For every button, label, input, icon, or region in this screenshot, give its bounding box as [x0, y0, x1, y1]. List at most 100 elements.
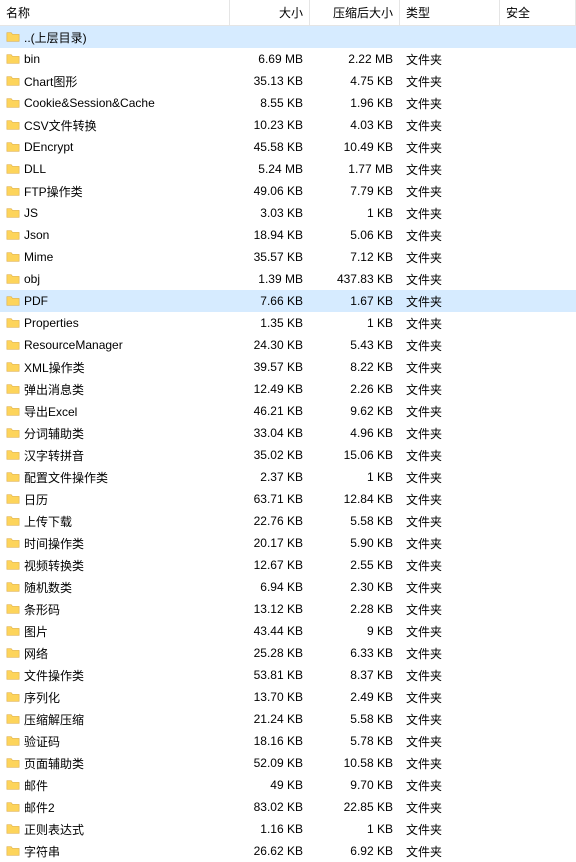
cell-packed: 5.90 KB	[310, 532, 400, 554]
col-header-name[interactable]: 名称	[0, 0, 230, 26]
cell-security	[500, 664, 576, 686]
cell-type: 文件夹	[400, 818, 500, 840]
file-name: 文件操作类	[24, 667, 84, 684]
cell-size: 49 KB	[230, 774, 310, 796]
folder-icon	[6, 756, 20, 770]
cell-type: 文件夹	[400, 620, 500, 642]
cell-packed: 8.37 KB	[310, 664, 400, 686]
cell-type: 文件夹	[400, 224, 500, 246]
col-header-security[interactable]: 安全	[500, 0, 576, 26]
cell-packed: 4.75 KB	[310, 70, 400, 92]
cell-packed: 22.85 KB	[310, 796, 400, 818]
col-header-packed[interactable]: 压缩后大小	[310, 0, 400, 26]
cell-packed: 9 KB	[310, 620, 400, 642]
cell-size: 63.71 KB	[230, 488, 310, 510]
file-name: 邮件2	[24, 799, 55, 816]
cell-security	[500, 246, 576, 268]
file-name: bin	[24, 52, 40, 66]
cell-name: DLL	[0, 158, 230, 180]
cell-packed: 5.06 KB	[310, 224, 400, 246]
file-name: 配置文件操作类	[24, 469, 108, 486]
cell-security	[500, 752, 576, 774]
folder-icon	[6, 646, 20, 660]
cell-name: 配置文件操作类	[0, 466, 230, 488]
cell-packed: 1 KB	[310, 818, 400, 840]
file-name: 分词辅助类	[24, 425, 84, 442]
cell-type: 文件夹	[400, 840, 500, 862]
cell-security	[500, 114, 576, 136]
cell-security	[500, 422, 576, 444]
cell-name: 上传下载	[0, 510, 230, 532]
cell-type: 文件夹	[400, 664, 500, 686]
cell-type: 文件夹	[400, 686, 500, 708]
col-header-type[interactable]: 类型	[400, 0, 500, 26]
cell-name: 文件操作类	[0, 664, 230, 686]
cell-size: 6.69 MB	[230, 48, 310, 70]
file-name: 序列化	[24, 689, 60, 706]
cell-size: 24.30 KB	[230, 334, 310, 356]
cell-size: 12.49 KB	[230, 378, 310, 400]
file-name: Chart图形	[24, 73, 77, 90]
cell-name: obj	[0, 268, 230, 290]
folder-icon	[6, 162, 20, 176]
cell-type: 文件夹	[400, 642, 500, 664]
cell-name: Json	[0, 224, 230, 246]
cell-name: JS	[0, 202, 230, 224]
cell-type: 文件夹	[400, 48, 500, 70]
cell-name: 正则表达式	[0, 818, 230, 840]
file-name: 时间操作类	[24, 535, 84, 552]
file-name: 网络	[24, 645, 48, 662]
cell-type: 文件夹	[400, 202, 500, 224]
cell-security	[500, 576, 576, 598]
cell-size: 21.24 KB	[230, 708, 310, 730]
cell-security	[500, 818, 576, 840]
cell-name: ResourceManager	[0, 334, 230, 356]
cell-security	[500, 774, 576, 796]
folder-icon	[6, 800, 20, 814]
file-name: CSV文件转换	[24, 117, 97, 134]
cell-name: CSV文件转换	[0, 114, 230, 136]
cell-packed: 2.26 KB	[310, 378, 400, 400]
cell-packed: 7.79 KB	[310, 180, 400, 202]
cell-name: 日历	[0, 488, 230, 510]
folder-icon	[6, 426, 20, 440]
cell-type: 文件夹	[400, 400, 500, 422]
cell-security	[500, 378, 576, 400]
cell-security	[500, 400, 576, 422]
col-header-size[interactable]: 大小	[230, 0, 310, 26]
cell-size: 22.76 KB	[230, 510, 310, 532]
file-name: FTP操作类	[24, 183, 83, 200]
cell-size: 26.62 KB	[230, 840, 310, 862]
folder-icon	[6, 734, 20, 748]
cell-size: 45.58 KB	[230, 136, 310, 158]
cell-name: FTP操作类	[0, 180, 230, 202]
cell-type: 文件夹	[400, 796, 500, 818]
file-name: 上传下载	[24, 513, 72, 530]
cell-security	[500, 356, 576, 378]
cell-type: 文件夹	[400, 246, 500, 268]
folder-icon	[6, 206, 20, 220]
cell-security	[500, 642, 576, 664]
cell-packed: 2.49 KB	[310, 686, 400, 708]
cell-type: 文件夹	[400, 444, 500, 466]
folder-icon	[6, 294, 20, 308]
cell-name: bin	[0, 48, 230, 70]
file-name: JS	[24, 206, 38, 220]
cell-packed: 1 KB	[310, 466, 400, 488]
cell-name: 图片	[0, 620, 230, 642]
folder-icon	[6, 822, 20, 836]
cell-security	[500, 510, 576, 532]
cell-packed: 5.58 KB	[310, 510, 400, 532]
file-name: 视频转换类	[24, 557, 84, 574]
cell-type: 文件夹	[400, 180, 500, 202]
file-name: 图片	[24, 623, 48, 640]
cell-size: 35.02 KB	[230, 444, 310, 466]
folder-icon	[6, 690, 20, 704]
parent-dir-label: ..(上层目录)	[24, 29, 87, 46]
file-name: 弹出消息类	[24, 381, 84, 398]
cell-type: 文件夹	[400, 114, 500, 136]
file-name: ResourceManager	[24, 338, 123, 352]
cell-name: 压缩解压缩	[0, 708, 230, 730]
folder-icon	[6, 712, 20, 726]
cell-size: 53.81 KB	[230, 664, 310, 686]
